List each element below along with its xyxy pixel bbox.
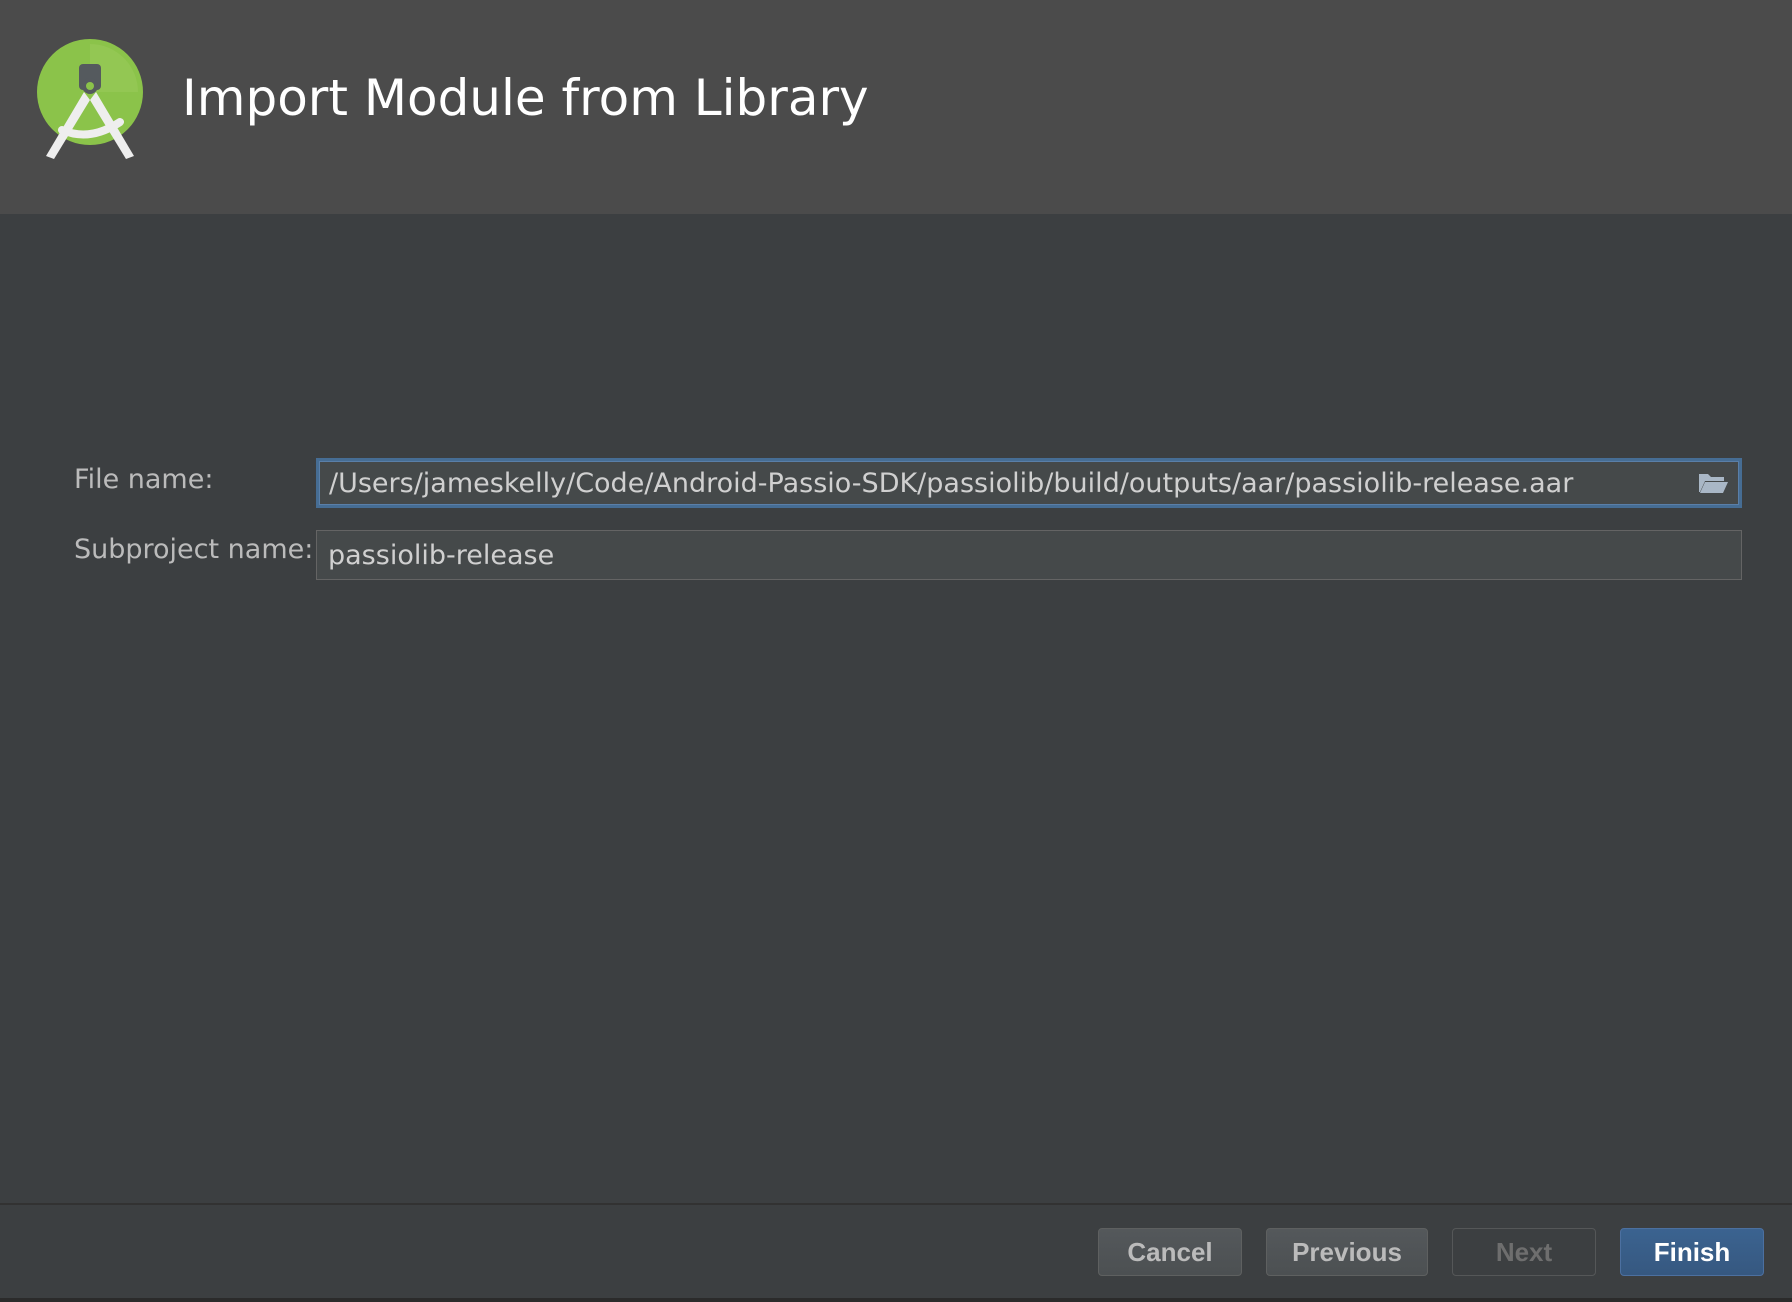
file-name-label: File name: [74, 464, 214, 495]
window-bottom-edge [0, 1298, 1792, 1302]
previous-button[interactable]: Previous [1266, 1228, 1428, 1276]
next-button[interactable]: Next [1452, 1228, 1596, 1276]
file-name-field [316, 458, 1742, 508]
dialog-title: Import Module from Library [182, 69, 869, 127]
finish-button[interactable]: Finish [1620, 1228, 1764, 1276]
dialog-header: Import Module from Library [0, 0, 1792, 214]
subproject-name-field [316, 530, 1742, 580]
folder-open-icon[interactable] [1697, 470, 1729, 496]
import-module-dialog: Import Module from Library File name: Su… [0, 0, 1792, 1302]
android-studio-logo-icon [37, 39, 143, 159]
subproject-name-input[interactable] [317, 531, 1741, 579]
cancel-button[interactable]: Cancel [1098, 1228, 1242, 1276]
file-name-input[interactable] [319, 461, 1739, 505]
subproject-name-label: Subproject name: [74, 534, 314, 565]
